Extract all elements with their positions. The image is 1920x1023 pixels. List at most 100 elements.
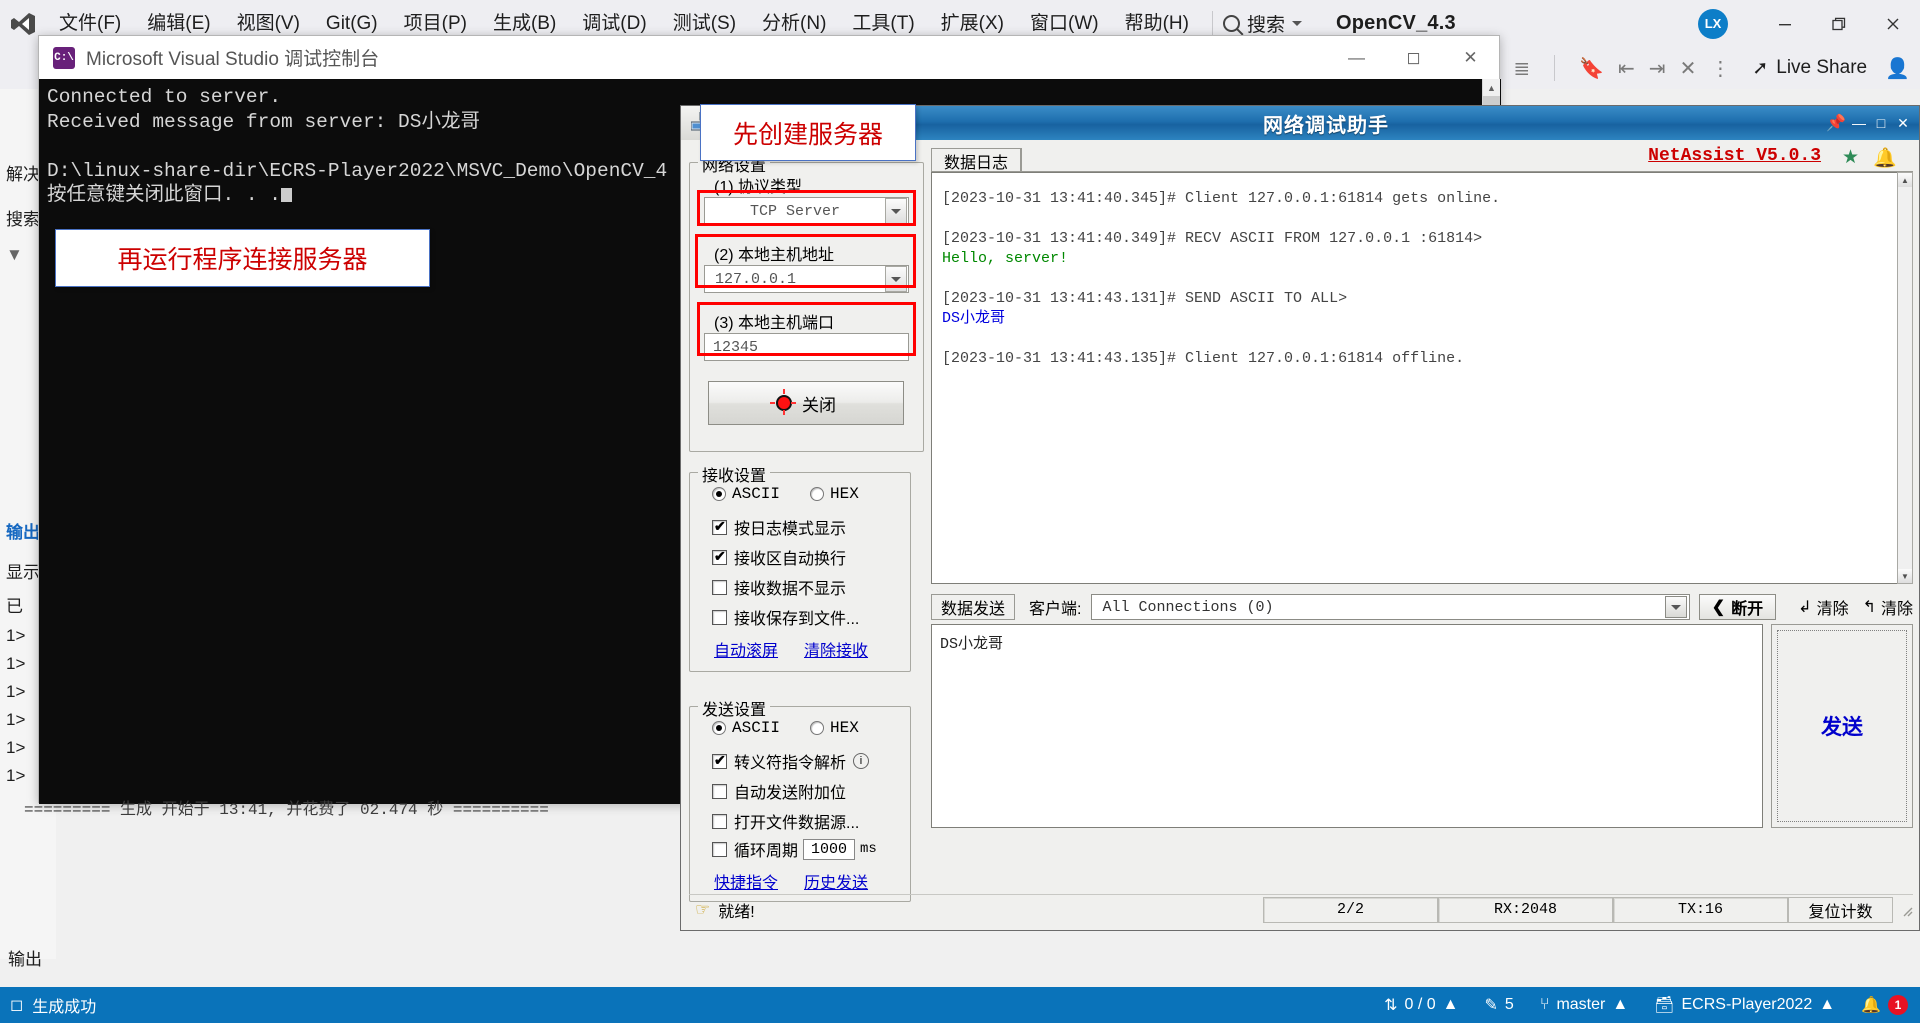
checkbox-icon-file-source [712, 814, 727, 829]
reset-counter-button[interactable]: 复位计数 [1788, 897, 1893, 923]
toolbar-overflow-icon[interactable]: ⋮ [1710, 56, 1730, 81]
clear-sent-label: 清除 [1881, 595, 1913, 619]
send-option-label-2: 打开文件数据源... [734, 809, 859, 833]
close-button[interactable] [1866, 0, 1920, 47]
bookmark-prev-icon[interactable]: ⇤ [1618, 56, 1635, 81]
pending-changes-status[interactable]: ✎ 5 [1485, 995, 1514, 1015]
live-share-account-icon[interactable]: 👤 [1885, 56, 1910, 81]
outdent-icon[interactable]: ≣ [1513, 56, 1530, 81]
clear-receive-link[interactable]: 清除接收 [804, 637, 868, 661]
send-option-auto-append[interactable]: 自动发送附加位 [712, 779, 846, 803]
recv-mode-ascii-radio[interactable]: ASCII [712, 485, 780, 503]
send-mode-ascii-radio[interactable]: ASCII [712, 719, 780, 737]
restore-button[interactable] [1812, 0, 1866, 47]
local-host-address-value: 127.0.0.1 [705, 271, 885, 288]
send-button[interactable]: 发送 [1771, 624, 1913, 828]
branch-status[interactable]: ⑂ master ▲ [1540, 996, 1628, 1014]
recv-option-log-mode[interactable]: 按日志模式显示 [712, 515, 846, 539]
pin-icon[interactable]: 📌 [1823, 112, 1849, 134]
host-dropdown-arrow-icon[interactable] [885, 266, 907, 292]
live-share-button[interactable]: ➚ Live Share [1752, 57, 1867, 80]
send-data-input[interactable]: DS小龙哥 [931, 624, 1763, 828]
console-minimize-button[interactable]: — [1328, 36, 1385, 79]
close-connection-button[interactable]: 关闭 [708, 381, 904, 425]
console-line-2: Received message from server: DS小龙哥 [47, 111, 480, 133]
scroll-up-icon[interactable]: ▲ [1483, 79, 1500, 96]
netassist-maximize-button[interactable]: □ [1871, 113, 1891, 133]
local-host-port-value: 12345 [713, 339, 758, 356]
repository-label: ECRS-Player2022 [1682, 996, 1813, 1014]
status-counter: 2/2 [1263, 897, 1438, 923]
vs-statusbar: ◻ 生成成功 ⇅ 0 / 0 ▲ ✎ 5 ⑂ master ▲ 🗃 ECRS-P… [0, 987, 1920, 1023]
bookmark-icon[interactable]: 🔖 [1579, 56, 1604, 81]
recv-mode-hex-radio[interactable]: HEX [810, 485, 859, 503]
menu-divider [1212, 11, 1213, 37]
output-line-5: 1> [6, 738, 25, 758]
avatar[interactable]: LX [1698, 9, 1728, 39]
radio-icon-ascii-send [712, 721, 726, 735]
sync-status[interactable]: ⇅ 0 / 0 ▲ [1384, 995, 1458, 1015]
info-icon[interactable]: i [853, 753, 869, 769]
repository-status[interactable]: 🗃 ECRS-Player2022 ▲ [1654, 995, 1835, 1015]
network-settings-group: 网络设置 (1) 协议类型 TCP Server (2) 本地主机地址 127.… [689, 162, 924, 452]
log-entry-0-timestamp: [2023-10-31 13:41:40.345]# Client 127.0.… [942, 189, 1902, 209]
local-host-address-select[interactable]: 127.0.0.1 [704, 265, 909, 293]
tabstrip-spacer [1021, 148, 1041, 172]
local-host-port-input[interactable]: 12345 [704, 333, 909, 361]
log-scroll-up-icon[interactable]: ▲ [1898, 173, 1912, 187]
local-host-address-label: (2) 本地主机地址 [714, 241, 834, 265]
bookmark-next-icon[interactable]: ⇥ [1649, 56, 1666, 81]
send-cycle-label: 循环周期 [734, 837, 798, 861]
notifications-status[interactable]: 🔔 1 [1861, 995, 1908, 1015]
protocol-type-label: (1) 协议类型 [714, 173, 802, 197]
send-history-link[interactable]: 历史发送 [804, 869, 868, 893]
recv-option-auto-wrap[interactable]: 接收区自动换行 [712, 545, 846, 569]
console-maximize-button[interactable]: ◻ [1385, 36, 1442, 79]
connection-select[interactable]: All Connections (0) [1091, 594, 1689, 620]
send-mode-hex-radio[interactable]: HEX [810, 719, 859, 737]
recv-option-label-3: 接收保存到文件... [734, 605, 859, 629]
netassist-close-button[interactable]: ✕ [1893, 113, 1913, 133]
checkbox-icon-escape-parse [712, 754, 727, 769]
disconnect-button[interactable]: ❮ 断开 [1699, 594, 1776, 620]
resize-grip-icon[interactable] [1899, 903, 1913, 917]
close-connection-label: 关闭 [802, 391, 836, 416]
already-label: 已 [6, 592, 23, 617]
auto-scroll-link[interactable]: 自动滚屏 [714, 637, 778, 661]
log-scroll-down-icon[interactable]: ▼ [1898, 569, 1912, 583]
bell-notification-icon: 🔔 [1861, 995, 1881, 1015]
clear-received-label: 清除 [1817, 595, 1849, 619]
protocol-type-select[interactable]: TCP Server [704, 197, 909, 225]
send-hex-label: HEX [830, 719, 859, 737]
checkbox-icon-cycle [712, 842, 727, 857]
vs-search-box[interactable]: 搜索 [1223, 10, 1302, 37]
connection-dropdown-arrow-icon[interactable] [1665, 596, 1687, 618]
log-gap-1 [942, 269, 1902, 289]
log-scrollbar[interactable]: ▲ ▼ [1897, 172, 1913, 584]
protocol-type-value: TCP Server [705, 203, 885, 220]
recv-ascii-label: ASCII [732, 485, 780, 503]
minimize-button[interactable] [1758, 0, 1812, 47]
clear-received-button[interactable]: ↲ 清除 [1798, 595, 1848, 619]
send-option-cycle[interactable]: 循环周期 1000 ms [712, 837, 877, 861]
log-entry-3-timestamp: [2023-10-31 13:41:43.135]# Client 127.0.… [942, 349, 1902, 369]
bookmark-clear-icon[interactable]: ✕ [1680, 56, 1697, 81]
log-gap-2 [942, 329, 1902, 349]
clear-sent-button[interactable]: ↰ 清除 [1863, 595, 1913, 619]
send-settings-group: 发送设置 ASCII HEX 转义符指令解析 i [689, 706, 911, 902]
send-option-file-source[interactable]: 打开文件数据源... [712, 809, 859, 833]
netassist-minimize-button[interactable]: — [1849, 113, 1869, 133]
radio-icon-ascii-recv [712, 487, 726, 501]
output-line-6: 1> [6, 766, 25, 786]
tab-data-log[interactable]: 数据日志 [931, 148, 1021, 172]
console-close-button[interactable]: ✕ [1442, 36, 1499, 79]
netassist-window-title: 网络调试助手 [829, 109, 1823, 138]
recv-option-save-file[interactable]: 接收保存到文件... [712, 605, 859, 629]
recv-option-hide-data[interactable]: 接收数据不显示 [712, 575, 846, 599]
send-option-escape-parse[interactable]: 转义符指令解析 i [712, 749, 869, 773]
quick-command-link[interactable]: 快捷指令 [714, 869, 778, 893]
send-cycle-input[interactable]: 1000 [803, 839, 855, 860]
protocol-dropdown-arrow-icon[interactable] [885, 198, 907, 224]
search-icon [1223, 15, 1240, 32]
tab-data-send[interactable]: 数据发送 [931, 594, 1015, 620]
